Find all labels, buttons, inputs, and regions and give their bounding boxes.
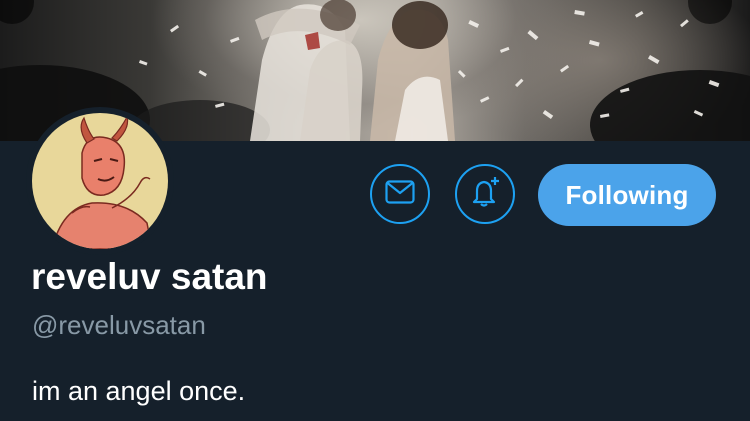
user-handle: @reveluvsatan <box>32 310 206 340</box>
profile-screen: Following reveluv satan @reveluvsatan im… <box>0 0 750 421</box>
notifications-button[interactable] <box>455 164 515 224</box>
following-button[interactable]: Following <box>538 164 716 226</box>
avatar[interactable] <box>26 107 174 255</box>
bell-plus-icon <box>468 175 502 214</box>
avatar-image <box>32 113 168 249</box>
display-name: reveluv satan <box>31 256 268 297</box>
profile-bio: im an angel once. <box>32 376 246 406</box>
message-button[interactable] <box>370 164 430 224</box>
envelope-icon <box>385 179 415 209</box>
